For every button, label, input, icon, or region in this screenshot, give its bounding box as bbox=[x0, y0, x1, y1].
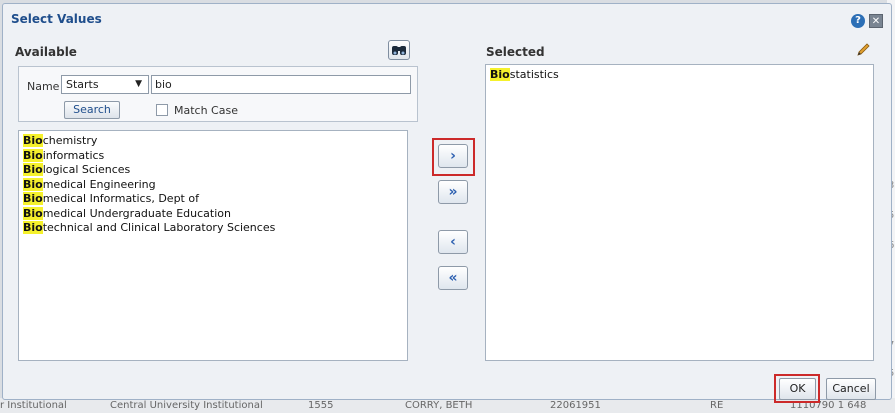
item-text: chemistry bbox=[42, 134, 98, 147]
match-highlight: Bio bbox=[23, 192, 43, 205]
dialog-title: Select Values bbox=[11, 12, 102, 26]
name-label: Name bbox=[27, 80, 60, 93]
match-highlight: Bio bbox=[23, 148, 43, 162]
move-left-button[interactable]: ‹ bbox=[438, 230, 468, 254]
selected-heading: Selected bbox=[486, 45, 545, 59]
background-cell: 22061951 bbox=[550, 400, 601, 411]
move-all-right-button[interactable]: » bbox=[438, 180, 468, 204]
select-values-dialog: Select Values ? ✕ Available Selected Nam… bbox=[2, 3, 892, 403]
close-icon[interactable]: ✕ bbox=[869, 14, 883, 28]
background-cell: Central University Institutional bbox=[110, 400, 263, 411]
background-cell: r Institutional bbox=[0, 400, 67, 411]
match-highlight: Bio bbox=[23, 221, 43, 234]
dialog-titlebar: Select Values bbox=[3, 4, 891, 34]
list-item[interactable]: Biochemistry bbox=[23, 134, 403, 149]
list-item[interactable]: Biostatistics bbox=[490, 68, 869, 83]
item-text: medical Engineering bbox=[42, 177, 156, 191]
background-cell: 1555 bbox=[308, 400, 334, 411]
match-highlight: Bio bbox=[23, 134, 43, 147]
match-case-label: Match Case bbox=[174, 104, 238, 117]
background-cell: CORRY, BETH bbox=[405, 400, 473, 411]
cancel-button[interactable]: Cancel bbox=[826, 378, 876, 400]
background-table-row: r Institutional Central University Insti… bbox=[0, 398, 895, 413]
search-button[interactable]: Search bbox=[64, 101, 120, 119]
move-all-left-button[interactable]: « bbox=[438, 266, 468, 290]
match-highlight: Bio bbox=[23, 206, 43, 220]
list-item[interactable]: Biomedical Undergraduate Education bbox=[23, 206, 403, 222]
item-text: informatics bbox=[42, 148, 105, 162]
item-text: technical and Clinical Laboratory Scienc… bbox=[42, 221, 276, 234]
selected-list[interactable]: Biostatistics bbox=[485, 64, 874, 361]
background-cell: RE bbox=[710, 400, 724, 411]
match-highlight: Bio bbox=[490, 68, 510, 81]
chevron-down-icon: ▼ bbox=[135, 79, 142, 89]
ok-button[interactable]: OK bbox=[779, 378, 816, 400]
item-text: logical Sciences bbox=[42, 163, 131, 176]
available-list[interactable]: Biochemistry Bioinformatics Biological S… bbox=[18, 130, 408, 361]
item-text: medical Undergraduate Education bbox=[42, 206, 231, 220]
match-case-checkbox[interactable] bbox=[156, 104, 168, 116]
titlebar-icons: ? ✕ bbox=[851, 14, 883, 28]
match-highlight: Bio bbox=[23, 177, 43, 191]
help-icon[interactable]: ? bbox=[851, 14, 865, 28]
list-item[interactable]: Biomedical Engineering bbox=[23, 177, 403, 193]
search-panel: Name Starts ▼ bio Search Match Case bbox=[18, 66, 418, 122]
pencil-icon[interactable] bbox=[855, 42, 873, 58]
operator-value: Starts bbox=[66, 78, 99, 91]
match-highlight: Bio bbox=[23, 163, 43, 176]
move-right-button[interactable]: › bbox=[438, 144, 468, 168]
search-input[interactable]: bio bbox=[151, 75, 411, 94]
list-item[interactable]: Bioinformatics bbox=[23, 148, 403, 164]
item-text: statistics bbox=[509, 68, 559, 81]
list-item[interactable]: Biological Sciences bbox=[23, 163, 403, 178]
binoculars-icon[interactable] bbox=[388, 40, 410, 60]
available-heading: Available bbox=[15, 45, 77, 59]
list-item[interactable]: Biomedical Informatics, Dept of bbox=[23, 192, 403, 207]
item-text: medical Informatics, Dept of bbox=[42, 192, 199, 205]
list-item[interactable]: Biotechnical and Clinical Laboratory Sci… bbox=[23, 221, 403, 236]
operator-select[interactable]: Starts ▼ bbox=[61, 75, 149, 94]
